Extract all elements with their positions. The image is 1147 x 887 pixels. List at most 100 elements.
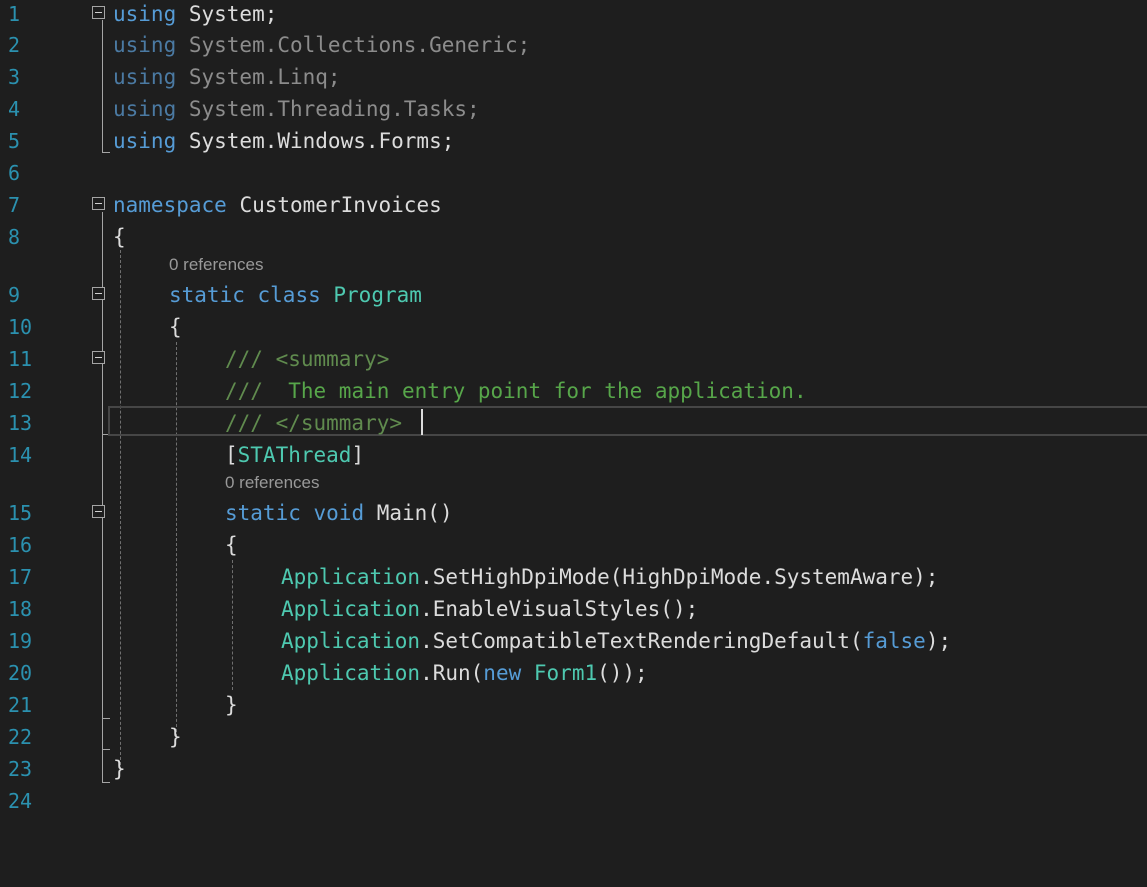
line-number: 24 [8,789,33,813]
code-token: using [113,129,177,153]
code-token: System; [176,2,278,26]
code-token: Application [281,565,421,589]
collapse-toggle-icon[interactable] [92,287,105,300]
code-text: /// The main entry point for the applica… [225,377,807,405]
code-token: [ [225,443,238,467]
code-text: Application.SetCompatibleTextRenderingDe… [281,627,951,655]
code-text: using System.Windows.Forms; [113,127,454,155]
code-line[interactable]: 2 using System.Collections.Generic; [0,31,1147,63]
code-text: Application.Run(new Form1()); [281,659,648,687]
line-number: 19 [8,629,33,653]
line-number: 15 [8,501,33,525]
code-line[interactable]: 7 namespace CustomerInvoices [0,191,1147,223]
code-line[interactable]: 13 /// </summary> [0,409,1147,441]
line-number: 10 [8,315,33,339]
line-number: 21 [8,693,33,717]
code-line[interactable]: 14 [STAThread] [0,441,1147,473]
code-token: /// <summary> [225,347,390,371]
code-token: static [225,501,301,525]
codelens-references-link[interactable]: 0 references [225,472,320,494]
code-token: } [113,757,126,781]
code-token: ()); [597,661,648,685]
code-token: Application [281,629,421,653]
code-token: System.Windows.Forms; [176,129,455,153]
line-number: 23 [8,757,33,781]
code-line[interactable]: 21} [0,691,1147,723]
code-token: /// </summary> [225,411,403,435]
code-line[interactable]: 15 static void Main() [0,499,1147,531]
collapse-toggle-icon[interactable] [92,505,105,518]
code-token: using [113,97,177,121]
code-token: .SetCompatibleTextRenderingDefault( [420,629,863,653]
code-token: .SetHighDpiMode(HighDpiMode.SystemAware)… [420,565,939,589]
code-line[interactable]: 4 using System.Threading.Tasks; [0,95,1147,127]
code-line[interactable]: 9 static class Program [0,281,1147,313]
code-text: } [169,723,182,751]
code-token: The main entry point for the application… [262,379,807,403]
code-editor[interactable]: 1 using System; 2 using System.Collections.… [0,0,1147,887]
code-token: .Run( [420,661,484,685]
text-caret [421,409,423,435]
code-token: CustomerInvoices [226,193,442,217]
code-token: Main() [364,501,453,525]
code-line[interactable]: 5 using System.Windows.Forms; [0,127,1147,159]
code-line[interactable]: 3 using System.Linq; [0,63,1147,95]
code-line[interactable]: 22} [0,723,1147,755]
code-line[interactable]: 24 [0,787,1147,819]
code-text: using System.Collections.Generic; [113,31,530,59]
line-number: 12 [8,379,33,403]
collapse-toggle-icon[interactable] [92,197,105,210]
code-line[interactable]: 8{ [0,223,1147,255]
code-line[interactable]: 16 { [0,531,1147,563]
codelens-references-link[interactable]: 0 references [169,254,264,276]
code-token: { [113,225,126,249]
line-number: 1 [8,2,21,26]
code-line[interactable]: 20 Application.Run(new Form1()); [0,659,1147,691]
code-line[interactable]: 6 [0,159,1147,191]
code-line[interactable]: 23} [0,755,1147,787]
code-line[interactable]: 19 Application.SetCompatibleTextRendering… [0,627,1147,659]
code-line[interactable]: 11 /// <summary> [0,345,1147,377]
collapse-toggle-icon[interactable] [92,6,105,19]
line-number: 18 [8,597,33,621]
code-token: { [169,315,182,339]
code-text: /// </summary> [225,409,402,437]
code-token: } [169,725,182,749]
code-text: Application.EnableVisualStyles(); [281,595,698,623]
code-line[interactable]: 18 Application.EnableVisualStyles(); [0,595,1147,627]
code-line[interactable]: 10 { [0,313,1147,345]
code-text: using System.Linq; [113,63,341,91]
code-text: namespace CustomerInvoices [113,191,442,219]
code-token: /// [225,379,263,403]
code-text: } [225,691,238,719]
code-token: ); [925,629,952,653]
line-number: 13 [8,411,33,435]
code-token: System.Linq; [176,65,341,89]
line-number: 8 [8,225,21,249]
collapse-toggle-icon[interactable] [92,351,105,364]
code-token: ] [351,443,365,467]
code-token: Application [281,597,421,621]
code-line[interactable]: 1 using System; [0,0,1147,32]
line-number: 22 [8,725,33,749]
code-text: using System.Threading.Tasks; [113,95,480,123]
code-token: namespace [113,193,227,217]
code-token: Application [281,661,421,685]
code-token: using [113,2,177,26]
line-number: 4 [8,97,21,121]
line-number: 9 [8,283,21,307]
line-number: 20 [8,661,33,685]
code-text: static void Main() [225,499,453,527]
code-text: static class Program [169,281,422,309]
line-number: 17 [8,565,33,589]
code-line[interactable]: 17 Application.SetHighDpiMode(HighDpiMode… [0,563,1147,595]
code-text: Application.SetHighDpiMode(HighDpiMode.S… [281,563,938,591]
code-text: { [113,223,126,251]
code-token: STAThread [237,443,352,467]
code-token: System.Collections.Generic; [176,33,531,57]
line-number: 16 [8,533,33,557]
code-line[interactable]: 12 /// The main entry point for the appli… [0,377,1147,409]
